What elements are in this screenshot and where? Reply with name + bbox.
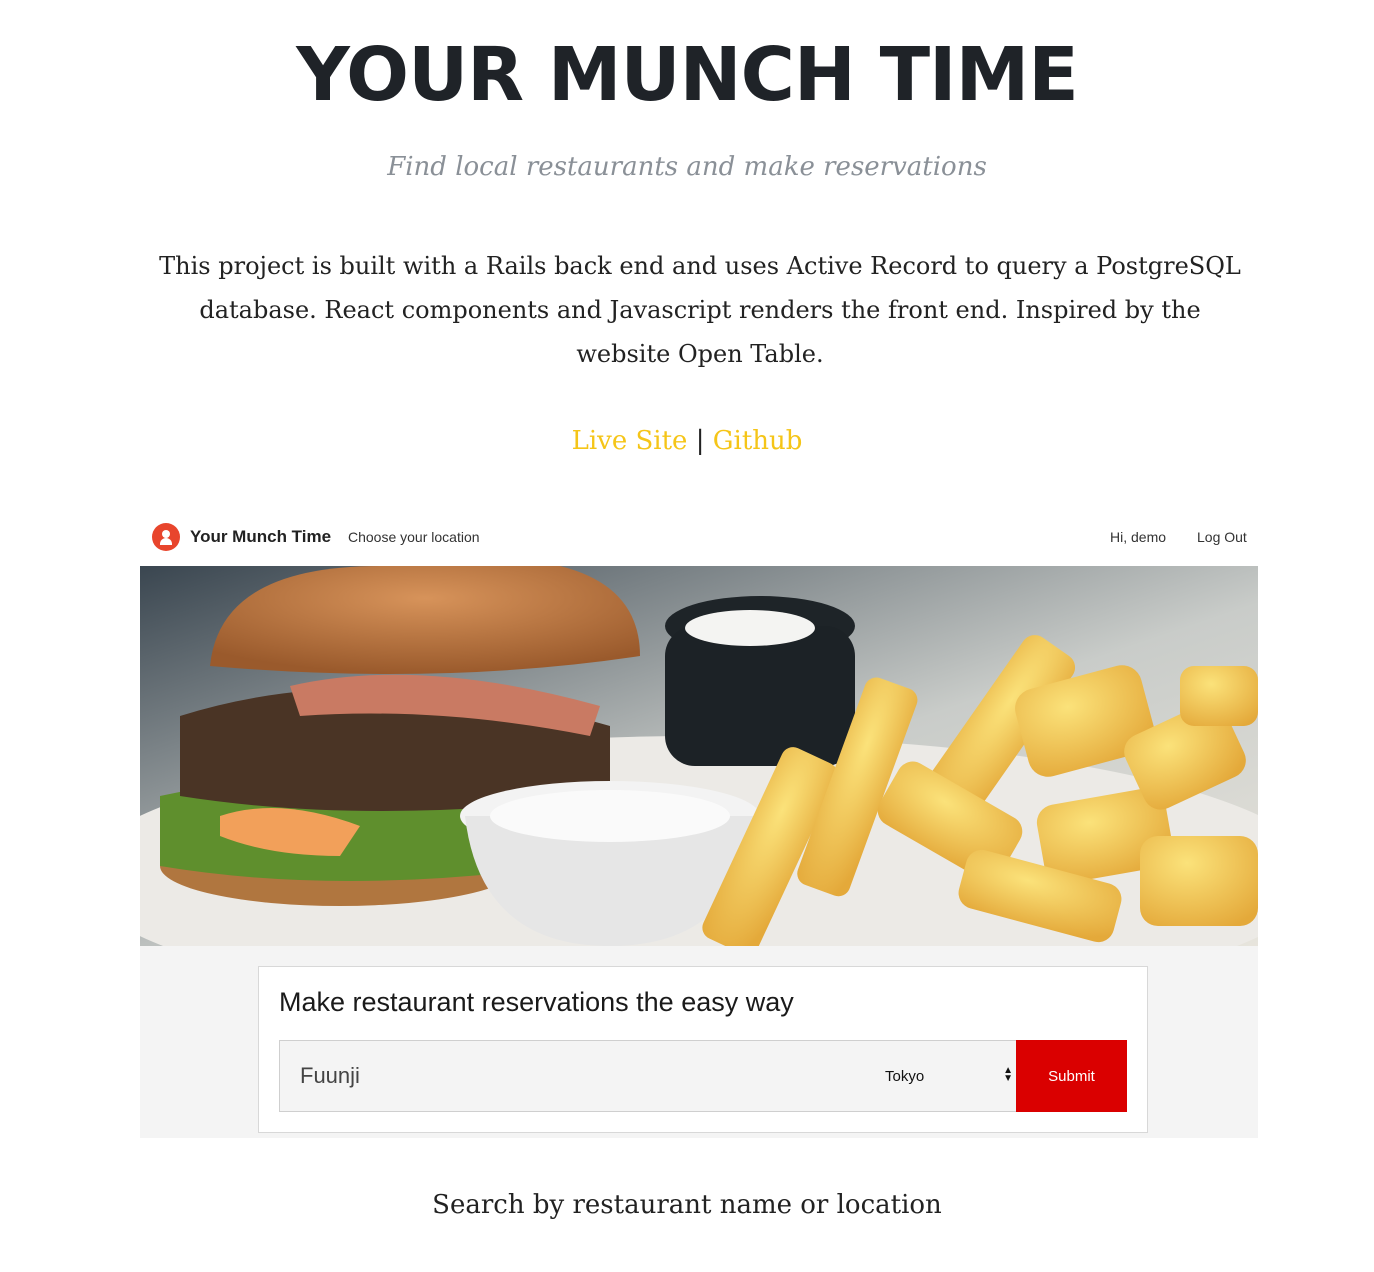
page-subtitle: Find local restaurants and make reservat… (387, 152, 987, 182)
page-title: YOUR MUNCH TIME (296, 32, 1079, 118)
choose-location-link[interactable]: Choose your location (348, 529, 480, 545)
project-description: This project is built with a Rails back … (159, 252, 1241, 368)
search-card-heading: Make restaurant reservations the easy wa… (279, 987, 794, 1017)
submit-button[interactable]: Submit (1016, 1040, 1127, 1112)
person-pin-icon (152, 523, 180, 551)
screenshot-caption: Search by restaurant name or location (432, 1190, 942, 1220)
link-separator: | (695, 426, 705, 456)
user-greeting: Hi, demo (1110, 529, 1167, 545)
app-screenshot: Your Munch Time Choose your location Hi,… (140, 508, 1258, 1138)
logout-link[interactable]: Log Out (1197, 529, 1247, 545)
search-card: Make restaurant reservations the easy wa… (258, 966, 1148, 1133)
app-navbar: Your Munch Time Choose your location Hi,… (140, 508, 1258, 566)
location-select[interactable]: Tokyo ▲ ▼ (863, 1041, 1015, 1111)
location-select-value: Tokyo (885, 1068, 925, 1085)
project-links: Live Site | Github (0, 426, 1374, 456)
live-site-link[interactable]: Live Site (572, 426, 688, 456)
select-arrows-icon: ▲ ▼ (1003, 1065, 1013, 1084)
github-link[interactable]: Github (713, 426, 803, 456)
brand-name[interactable]: Your Munch Time (190, 527, 331, 547)
hero-food-image (140, 566, 1258, 946)
